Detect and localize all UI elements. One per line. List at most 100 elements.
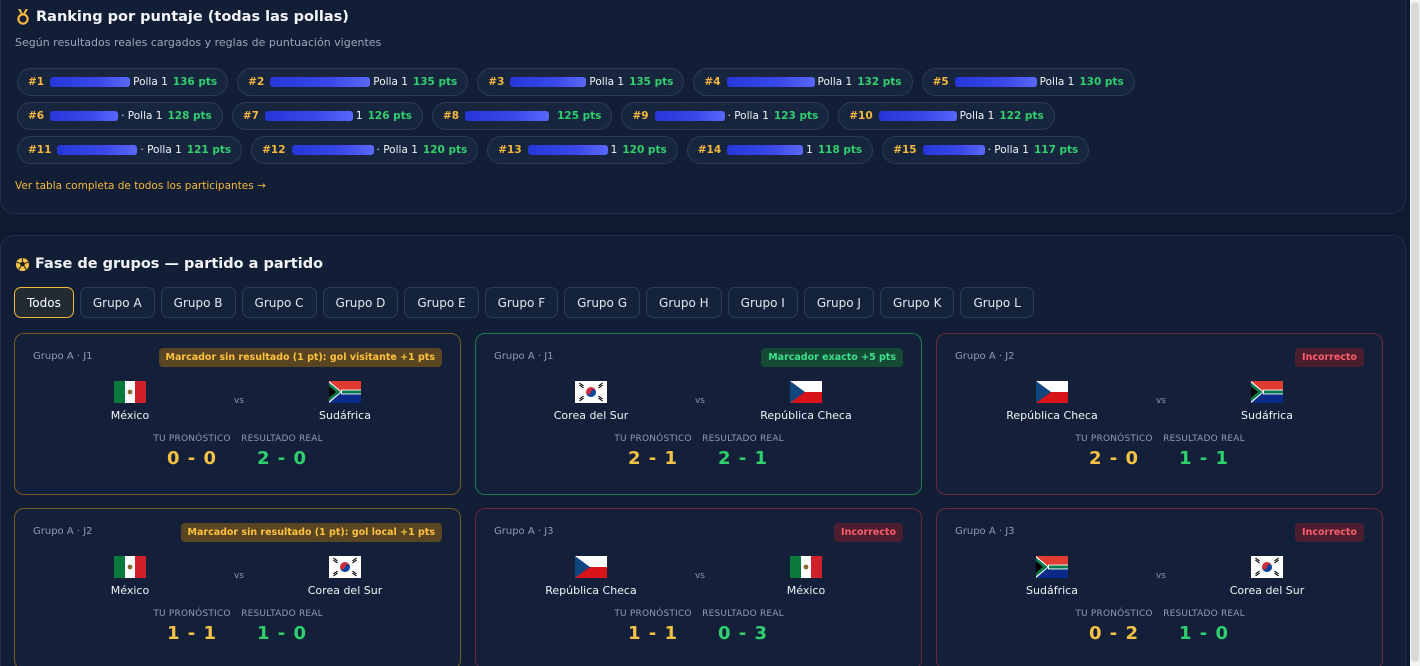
chip-points: 122 pts <box>999 110 1044 122</box>
chip-rank: #15 <box>893 144 917 156</box>
ranking-chip[interactable]: #5 Polla 1 130 pts <box>921 68 1135 96</box>
chip-points: 126 pts <box>367 110 412 122</box>
prediction-label: TU PRONÓSTICO <box>153 434 231 444</box>
ranking-chip[interactable]: #10 Polla 1 122 pts <box>838 102 1055 130</box>
tab-grupo-b[interactable]: Grupo B <box>160 287 236 318</box>
away-team-name: República Checa <box>760 409 852 422</box>
versus-label: vs <box>1155 571 1166 581</box>
away-team: Sudáfrica <box>270 381 420 422</box>
chip-pool: · Polla 1 <box>121 110 163 122</box>
south-africa-flag-icon <box>329 381 361 403</box>
chip-points: 118 pts <box>817 144 863 156</box>
away-team: Sudáfrica <box>1192 381 1342 422</box>
tab-grupo-j[interactable]: Grupo J <box>803 287 874 318</box>
versus-label: vs <box>233 396 244 406</box>
chip-name-redacted <box>57 145 138 155</box>
tab-grupo-l[interactable]: Grupo L <box>960 287 1034 318</box>
home-team-name: República Checa <box>1006 409 1098 422</box>
match-card[interactable]: Grupo A · J3 Incorrecto Sudáfrica vs Corea d… <box>936 508 1383 666</box>
ranking-chip[interactable]: #13 1 120 pts <box>487 136 678 164</box>
match-card[interactable]: Grupo A · J2 Incorrecto República Checa vs S… <box>936 333 1383 495</box>
tab-grupo-c[interactable]: Grupo C <box>241 287 317 318</box>
mexico-flag-icon <box>790 556 822 578</box>
real-result-label: RESULTADO REAL <box>241 609 323 619</box>
chip-pool: · Polla 1 <box>376 144 418 156</box>
match-card[interactable]: Grupo A · J3 Incorrecto República Checa vs M… <box>475 508 922 666</box>
match-card[interactable]: Grupo A · J1 Marcador exacto +5 pts Corea … <box>475 333 922 495</box>
ranking-chip[interactable]: #15 · Polla 1 117 pts <box>882 136 1090 164</box>
ranking-chip[interactable]: #3 Polla 1 135 pts <box>477 68 685 96</box>
real-result-label: RESULTADO REAL <box>1163 609 1245 619</box>
chip-rank: #11 <box>28 144 52 156</box>
full-table-link[interactable]: Ver tabla completa de todos los particip… <box>15 180 266 192</box>
chip-rank: #13 <box>498 144 522 156</box>
south-korea-flag-icon <box>1251 556 1283 578</box>
tab-grupo-d[interactable]: Grupo D <box>322 287 399 318</box>
ranking-chip[interactable]: #12 · Polla 1 120 pts <box>251 136 479 164</box>
page-scrollbar-thumb[interactable] <box>1411 2 1419 662</box>
ranking-chip-list: #1 Polla 1 136 pts #2 Polla 1 135 pts #3 Polla … <box>17 68 1277 164</box>
match-result-badge: Incorrecto <box>1295 348 1364 367</box>
real-result-label: RESULTADO REAL <box>241 434 323 444</box>
tab-grupo-k[interactable]: Grupo K <box>879 287 955 318</box>
away-team-name: Corea del Sur <box>307 584 383 597</box>
ranking-chip[interactable]: #9 · Polla 1 123 pts <box>621 102 830 130</box>
group-filter-tabs: Todos Grupo A Grupo B Grupo C Grupo D Grupo E… <box>14 287 1034 318</box>
match-card[interactable]: Grupo A · J2 Marcador sin resultado (1 pt… <box>14 508 461 666</box>
czech-republic-flag-icon <box>575 556 607 578</box>
prediction-score: 1 - 1 <box>166 623 218 644</box>
page-scrollbar[interactable] <box>1410 0 1420 666</box>
tab-grupo-a[interactable]: Grupo A <box>79 287 155 318</box>
ranking-chip[interactable]: #11 · Polla 1 121 pts <box>17 136 243 164</box>
tab-grupo-e[interactable]: Grupo E <box>404 287 479 318</box>
away-team-name: Sudáfrica <box>1241 409 1293 422</box>
match-group-round: Grupo A · J3 <box>494 526 554 537</box>
ranking-chip[interactable]: #7 1 126 pts <box>231 102 423 130</box>
ranking-chip[interactable]: #8 125 pts <box>431 102 613 130</box>
chip-pool: Polla 1 <box>959 110 995 122</box>
chip-name-redacted <box>922 145 985 155</box>
chip-name-redacted <box>50 77 131 87</box>
match-card[interactable]: Grupo A · J1 Marcador sin resultado (1 pt… <box>14 333 461 495</box>
chip-points: 132 pts <box>857 76 902 88</box>
ranking-chip[interactable]: #14 1 118 pts <box>686 136 874 164</box>
south-korea-flag-icon <box>329 556 361 578</box>
chip-name-redacted <box>727 145 804 155</box>
chip-pool: · Polla 1 <box>140 144 182 156</box>
tab-grupo-h[interactable]: Grupo H <box>646 287 722 318</box>
tab-todos[interactable]: Todos <box>14 287 74 318</box>
chip-rank: #14 <box>697 144 722 156</box>
chip-rank: #12 <box>262 144 286 156</box>
ranking-chip[interactable]: #6 · Polla 1 128 pts <box>17 102 223 130</box>
ranking-chip[interactable]: #4 Polla 1 132 pts <box>693 68 913 96</box>
ranking-subtitle: Según resultados reales cargados y regla… <box>15 36 382 49</box>
chip-pool: 1 <box>355 110 363 122</box>
chip-rank: #3 <box>488 76 505 88</box>
chip-pool: · Polla 1 <box>987 144 1029 156</box>
tab-grupo-f[interactable]: Grupo F <box>484 287 559 318</box>
prediction-label: TU PRONÓSTICO <box>153 609 231 619</box>
ranking-chip[interactable]: #2 Polla 1 135 pts <box>237 68 469 96</box>
mexico-flag-icon <box>114 381 146 403</box>
chip-rank: #7 <box>242 110 259 122</box>
home-team-name: Sudáfrica <box>1026 584 1078 597</box>
match-result-badge: Marcador sin resultado (1 pt): gol local… <box>180 523 442 542</box>
chip-points: 128 pts <box>167 110 212 122</box>
chip-name-redacted <box>878 111 957 121</box>
away-team-name: Sudáfrica <box>319 409 371 422</box>
chip-points: 121 pts <box>186 144 232 156</box>
home-team-name: México <box>110 584 150 597</box>
home-team: México <box>55 381 205 422</box>
chip-rank: #1 <box>28 76 45 88</box>
prediction-score: 0 - 2 <box>1088 623 1140 644</box>
tab-grupo-i[interactable]: Grupo I <box>727 287 798 318</box>
south-korea-flag-icon <box>575 381 607 403</box>
chip-name-redacted <box>50 111 119 121</box>
home-team-name: República Checa <box>545 584 637 597</box>
away-team: Corea del Sur <box>270 556 420 597</box>
prediction-label: TU PRONÓSTICO <box>614 434 692 444</box>
ranking-chip[interactable]: #1 Polla 1 136 pts <box>17 68 229 96</box>
tab-grupo-g[interactable]: Grupo G <box>564 287 641 318</box>
chip-name-redacted <box>654 111 725 121</box>
real-score: 2 - 1 <box>717 448 769 469</box>
